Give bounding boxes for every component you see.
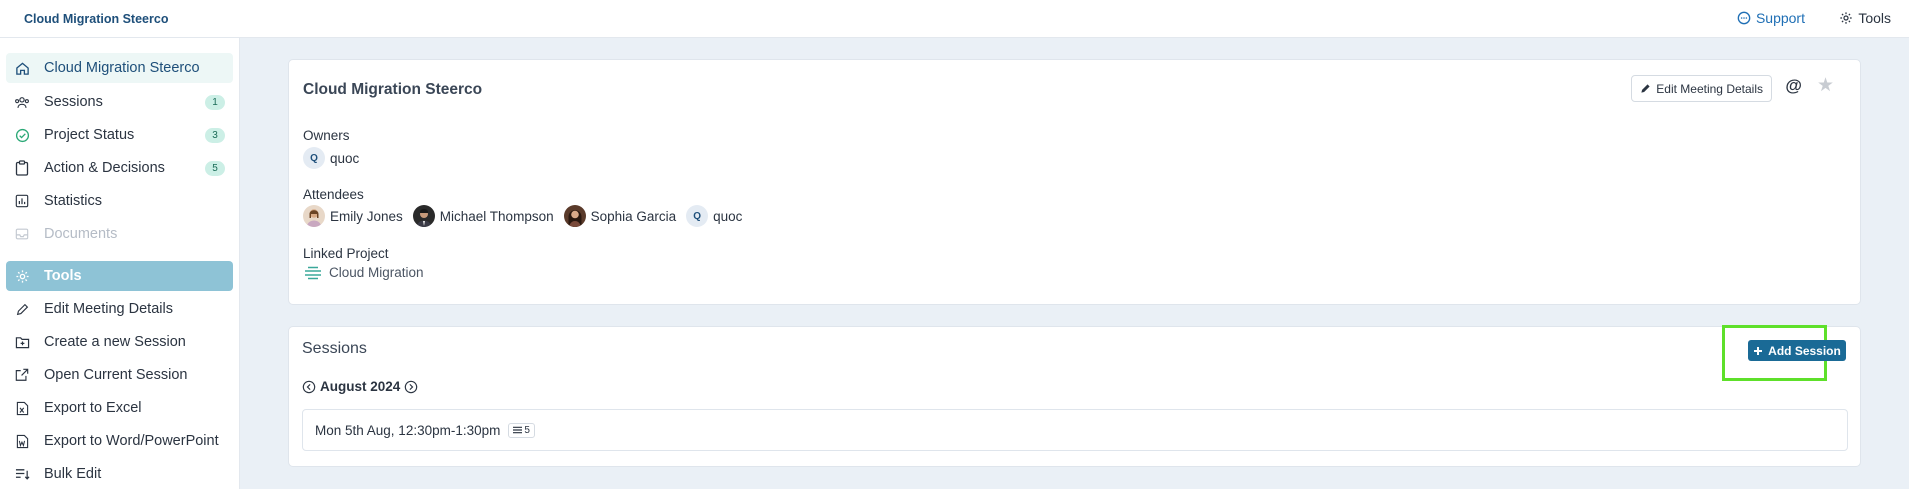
- attendee-chip[interactable]: Michael Thompson: [412, 205, 554, 227]
- sidebar-tool-open-session[interactable]: Open Current Session: [6, 360, 233, 390]
- sidebar-tool-bulk-edit[interactable]: Bulk Edit: [6, 459, 233, 489]
- current-month: August 2024: [320, 379, 401, 394]
- chat-bubble-icon: [1737, 11, 1751, 25]
- attendees-list: Emily Jones Michael Thompson Sophia Garc…: [303, 205, 742, 227]
- sidebar-item-label: Create a new Session: [44, 334, 186, 350]
- avatar: Q: [686, 205, 709, 227]
- edit-meeting-details-button[interactable]: Edit Meeting Details: [1631, 75, 1772, 102]
- sidebar-tool-create-session[interactable]: Create a new Session: [6, 327, 233, 357]
- sidebar-item-label: Edit Meeting Details: [44, 301, 173, 317]
- sidebar-tools-header[interactable]: Tools: [6, 261, 233, 291]
- sidebar-item-label: Project Status: [44, 127, 135, 143]
- folder-plus-icon: [13, 333, 31, 351]
- month-navigator: August 2024: [302, 379, 418, 394]
- attendee-chip[interactable]: Sophia Garcia: [563, 205, 677, 227]
- sessions-title: Sessions: [302, 340, 367, 357]
- linked-project-label: Linked Project: [303, 246, 389, 261]
- plus-icon: [1754, 346, 1763, 355]
- sidebar-item-sessions[interactable]: Sessions 1: [6, 87, 233, 117]
- attendee-chip[interactable]: Emily Jones: [303, 205, 403, 227]
- add-session-button[interactable]: Add Session: [1748, 340, 1846, 361]
- meeting-title: Cloud Migration Steerco: [303, 81, 483, 98]
- session-datetime: Mon 5th Aug, 12:30pm-1:30pm: [315, 422, 501, 438]
- home-icon: [13, 59, 31, 77]
- users-icon: [13, 93, 31, 111]
- attendee-chip[interactable]: Q quoc: [686, 205, 742, 227]
- sidebar-item-statistics[interactable]: Statistics: [6, 186, 233, 216]
- list-icon: [513, 426, 523, 434]
- avatar: [303, 205, 325, 227]
- owner-chip[interactable]: Q quoc: [303, 147, 359, 169]
- tools-label: Tools: [1858, 10, 1891, 26]
- clipboard-icon: [13, 159, 31, 177]
- chart-icon: [13, 192, 31, 210]
- sidebar-item-action-decisions[interactable]: Action & Decisions 5: [6, 153, 233, 183]
- mention-icon[interactable]: @: [1785, 76, 1802, 96]
- item-count-badge: 5: [508, 422, 535, 438]
- bulk-edit-icon: [13, 465, 31, 483]
- sidebar-tool-export-excel[interactable]: Export to Excel: [6, 393, 233, 423]
- sessions-card: Sessions August 2024 Mon 5th Aug, 12:30p…: [288, 326, 1861, 467]
- count-badge: 1: [205, 94, 225, 110]
- sidebar-item-label: Export to Excel: [44, 400, 142, 416]
- sidebar-tool-export-word[interactable]: Export to Word/PowerPoint: [6, 426, 233, 456]
- sidebar-item-label: Bulk Edit: [44, 466, 102, 482]
- attendee-name: Michael Thompson: [439, 208, 554, 224]
- attendees-label: Attendees: [303, 187, 364, 202]
- session-row[interactable]: Mon 5th Aug, 12:30pm-1:30pm 5: [302, 409, 1848, 451]
- top-bar: Cloud Migration Steerco Support Tools: [0, 0, 1909, 38]
- sidebar-item-label: Cloud Migration Steerco: [44, 60, 200, 76]
- support-label: Support: [1755, 10, 1805, 26]
- gear-icon: [1840, 12, 1852, 24]
- attendee-name: Sophia Garcia: [590, 208, 677, 224]
- owner-name: quoc: [330, 150, 360, 166]
- project-lines-icon: [305, 266, 321, 279]
- add-session-label: Add Session: [1768, 343, 1841, 358]
- tools-menu[interactable]: Tools: [1839, 10, 1891, 26]
- count-badge: 3: [205, 127, 225, 143]
- star-icon[interactable]: ★: [1817, 74, 1834, 97]
- check-circle-icon: [13, 126, 31, 144]
- sidebar-item-label: Statistics: [44, 193, 103, 209]
- count-badge: 5: [205, 160, 225, 176]
- avatar: [563, 205, 586, 227]
- attendee-name: quoc: [713, 208, 743, 224]
- inbox-icon: [13, 225, 31, 243]
- sidebar-tool-edit-meeting[interactable]: Edit Meeting Details: [6, 294, 233, 324]
- pencil-icon: [1641, 84, 1650, 93]
- owners-list: Q quoc: [303, 147, 359, 169]
- sidebar-item-label: Action & Decisions: [44, 160, 165, 176]
- edit-meeting-label: Edit Meeting Details: [1656, 81, 1763, 96]
- word-file-icon: [13, 432, 31, 450]
- sidebar-item-home[interactable]: Cloud Migration Steerco: [6, 53, 233, 83]
- pencil-icon: [13, 300, 31, 318]
- sidebar-item-label: Export to Word/PowerPoint: [44, 433, 219, 449]
- app-brand[interactable]: Cloud Migration Steerco: [24, 12, 168, 26]
- avatar: [412, 205, 435, 227]
- meeting-details-card: Cloud Migration Steerco Edit Meeting Det…: [288, 59, 1861, 305]
- gear-icon: [13, 267, 31, 285]
- sidebar-item-project-status[interactable]: Project Status 3: [6, 120, 233, 150]
- support-link[interactable]: Support: [1737, 10, 1805, 26]
- sidebar-item-documents[interactable]: Documents: [6, 219, 233, 249]
- owners-label: Owners: [303, 128, 350, 143]
- chevron-right-icon[interactable]: [404, 380, 418, 394]
- item-count: 5: [524, 424, 530, 436]
- external-link-icon: [13, 366, 31, 384]
- sidebar-item-label: Open Current Session: [44, 367, 188, 383]
- sidebar-item-label: Sessions: [44, 94, 103, 110]
- linked-project-link[interactable]: Cloud Migration: [303, 265, 424, 280]
- linked-project-name: Cloud Migration: [329, 265, 424, 280]
- avatar: Q: [303, 147, 325, 169]
- excel-file-icon: [13, 399, 31, 417]
- sidebar: Cloud Migration Steerco Sessions 1 Proje…: [0, 38, 240, 489]
- sidebar-item-label: Documents: [44, 226, 118, 242]
- sidebar-item-label: Tools: [44, 268, 82, 284]
- chevron-left-icon[interactable]: [302, 380, 316, 394]
- attendee-name: Emily Jones: [330, 208, 403, 224]
